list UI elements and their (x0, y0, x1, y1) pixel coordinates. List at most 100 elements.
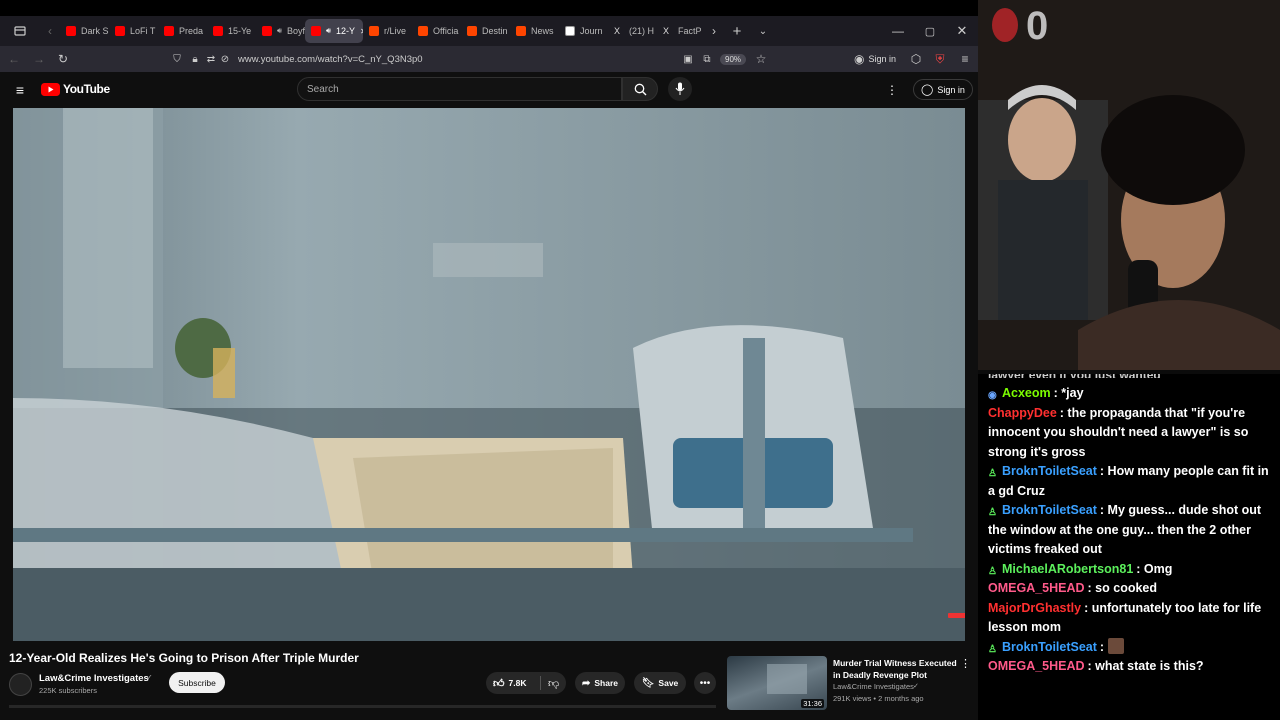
chat-username[interactable]: ChappyDee (988, 406, 1057, 420)
picture-in-picture-icon[interactable]: ▣ (678, 46, 698, 72)
tab-label: r/Live (384, 26, 407, 36)
tab-favicon-icon (467, 26, 477, 36)
channel-name[interactable]: Law&Crime Investigates (39, 673, 149, 684)
video-frame-hospital-bed (13, 108, 965, 641)
screenshot-icon[interactable]: ⧉ (698, 46, 716, 72)
bookmark-star-icon[interactable]: ☆ (750, 46, 772, 72)
tab-favicon-icon (311, 26, 321, 36)
tab-favicon-icon (565, 26, 575, 36)
dislike-button[interactable]: 👎︎ (541, 677, 559, 690)
back-icon[interactable]: ← (0, 46, 28, 72)
tab-label: Preda (179, 26, 204, 36)
chat-message-list: ◉ Acxeom: *jay ChappyDee: the propaganda t… (988, 384, 1274, 677)
chat-username[interactable]: MichaelARobertson81 (1002, 562, 1133, 576)
stream-overlay: 0 lawyer even if you just wanted ◉ Acxeom… (978, 0, 1280, 720)
chat-username[interactable]: MajorDrGhastly (988, 601, 1081, 615)
overlay-number: 0 (1026, 4, 1049, 48)
tab-favicon-icon (213, 26, 223, 36)
browser-tab[interactable]: Journ (559, 16, 608, 46)
browser-tab[interactable]: LoFi T (109, 16, 158, 46)
browser-tab[interactable]: Destin (461, 16, 510, 46)
tracking-shield-icon[interactable]: ⛉ (168, 46, 186, 72)
search-input[interactable]: Search (297, 77, 622, 101)
chat-username[interactable]: BroknToiletSeat (1002, 503, 1097, 517)
share-button[interactable]: ➦ Share (575, 672, 625, 694)
permissions-icon[interactable]: ⇄ (204, 46, 218, 72)
browser-tab[interactable]: r/Live (363, 16, 412, 46)
forward-icon[interactable]: → (28, 46, 50, 72)
chat-message: OMEGA_5HEAD: what state is this? (988, 657, 1274, 677)
recommended-video-thumbnail[interactable]: 31:36 (727, 656, 827, 710)
chat-username[interactable]: BroknToiletSeat (1002, 464, 1097, 478)
account-circle-icon: ◯ (921, 84, 934, 96)
chat-message: ♙ BroknToiletSeat: How many people can fi… (988, 462, 1274, 501)
hamburger-menu-icon[interactable]: ≡ (12, 82, 28, 98)
chat-username[interactable]: OMEGA_5HEAD (988, 581, 1085, 595)
tabs-scroll-right-icon[interactable]: › (706, 16, 722, 46)
recommended-video-title[interactable]: Murder Trial Witness Executed in Deadly … (833, 657, 957, 681)
chat-message: ♙ BroknToiletSeat: My guess... dude shot … (988, 501, 1274, 560)
chat-username[interactable]: BroknToiletSeat (1002, 640, 1097, 654)
tabs-scroll-left-icon[interactable]: ‹ (40, 16, 60, 46)
overlay-circle-icon (992, 8, 1018, 42)
browser-tab[interactable]: News (510, 16, 559, 46)
bookmark-icon: 🔖︎ (641, 677, 655, 689)
browser-tab[interactable]: Dark S (60, 16, 109, 46)
chat-message: ♙ BroknToiletSeat: (988, 637, 1274, 658)
browser-tab[interactable]: 🔊︎12-Y✕ (305, 19, 363, 43)
settings-more-icon[interactable]: ⋮ (886, 82, 898, 98)
new-tab-icon[interactable]: + (722, 16, 752, 46)
recommended-title-line-1: Murder Trial Witness Executed (833, 658, 957, 668)
recommended-more-icon[interactable]: ⋮ (960, 657, 971, 670)
tab-favicon-icon (66, 26, 76, 36)
app-menu-icon[interactable]: ≡ (952, 46, 978, 72)
search-icon (634, 83, 647, 96)
browser-tab[interactable]: X FactP (657, 16, 706, 46)
browser-tab[interactable]: X (21) H (608, 16, 657, 46)
autoplay-blocked-icon[interactable]: ⊘ (218, 46, 232, 72)
browser-tab[interactable]: 🔊︎ Boyfri (256, 16, 305, 46)
save-label: Save (658, 678, 679, 688)
tab-favicon-icon (262, 26, 272, 36)
lock-icon[interactable]: 🔒︎ (186, 46, 204, 72)
chat-message: MajorDrGhastly: unfortunately too late f… (988, 599, 1274, 638)
tab-list-chevron-down-icon[interactable]: ⌄ (752, 16, 774, 46)
zoom-level-badge[interactable]: 90% (720, 53, 747, 65)
more-actions-button[interactable]: ••• (694, 672, 716, 694)
voice-search-button[interactable] (668, 77, 692, 101)
browser-tab[interactable]: Officia (412, 16, 461, 46)
recommended-title-line-2: in Deadly Revenge Plot (833, 670, 927, 680)
account-icon: ◉ (853, 52, 865, 66)
minimize-icon[interactable]: — (882, 16, 914, 46)
chat-username[interactable]: Acxeom (1002, 386, 1051, 400)
search-button[interactable] (622, 77, 658, 101)
extensions-icon[interactable]: ⬡ (904, 46, 928, 72)
tab-audio-icon[interactable]: 🔊︎ (277, 26, 282, 36)
maximize-icon[interactable]: ▢ (914, 16, 946, 46)
tab-overview-icon[interactable] (0, 16, 40, 46)
youtube-logo[interactable]: YouTube (41, 82, 110, 96)
youtube-sign-in-button[interactable]: ◯ Sign in (913, 79, 973, 100)
account-sign-in-button[interactable]: ◉ Sign in (854, 52, 896, 66)
subscribe-button[interactable]: Subscribe (169, 672, 225, 693)
url-field[interactable]: www.youtube.com/watch?v=C_nY_Q3N3p0 (238, 54, 678, 65)
like-button[interactable]: 👍︎ 7.8K (486, 677, 540, 690)
browser-tab[interactable]: Preda (158, 16, 207, 46)
reload-icon[interactable]: ↻ (50, 46, 76, 72)
video-duration: 31:36 (801, 699, 824, 708)
tab-favicon-icon: X (614, 26, 621, 36)
tab-label: News (531, 26, 554, 36)
chat-username[interactable]: OMEGA_5HEAD (988, 659, 1085, 673)
recommended-channel[interactable]: Law&Crime Investigates (833, 682, 914, 691)
browser-tab[interactable]: 15-Ye (207, 16, 256, 46)
chat-message: OMEGA_5HEAD: so cooked (988, 579, 1274, 599)
close-window-icon[interactable]: ✕ (946, 16, 978, 46)
ublock-icon[interactable]: ⛨ (928, 46, 952, 72)
video-info-area: 12-Year-Old Realizes He's Going to Priso… (0, 641, 978, 720)
save-button[interactable]: 🔖︎ Save (634, 672, 686, 694)
tab-audio-icon[interactable]: 🔊︎ (326, 26, 331, 36)
tab-favicon-icon (369, 26, 379, 36)
video-player[interactable] (13, 108, 965, 641)
youtube-play-logo-icon (41, 82, 60, 96)
channel-avatar[interactable] (9, 673, 32, 696)
